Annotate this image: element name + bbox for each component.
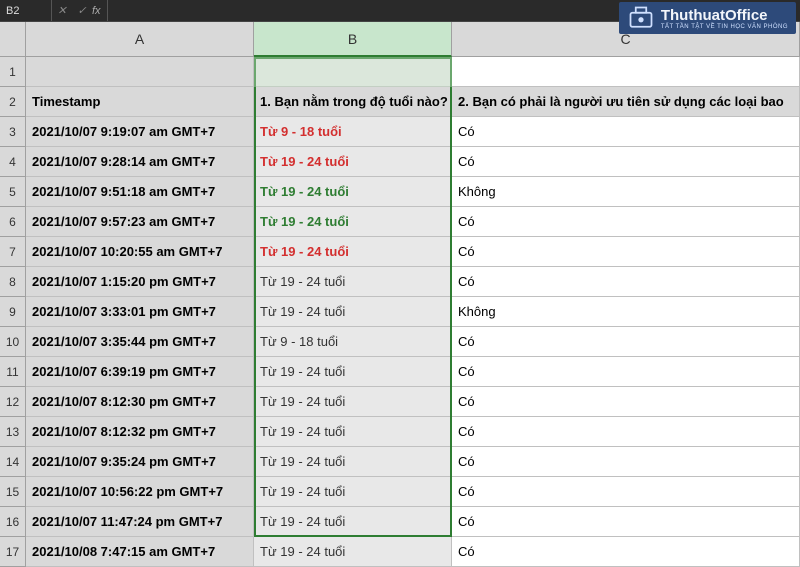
cell-timestamp[interactable]: 2021/10/08 7:47:15 am GMT+7 [26, 537, 254, 567]
cell-answer[interactable]: Có [452, 357, 800, 387]
cell-timestamp[interactable]: 2021/10/07 9:51:18 am GMT+7 [26, 177, 254, 207]
cell-timestamp[interactable]: 2021/10/07 9:28:14 am GMT+7 [26, 147, 254, 177]
cell-answer[interactable]: Có [452, 207, 800, 237]
header-cell-A[interactable]: Timestamp [26, 87, 254, 117]
cell-age-range[interactable]: Từ 19 - 24 tuổi [254, 387, 452, 417]
cell-answer[interactable]: Có [452, 447, 800, 477]
header-cell-C[interactable]: 2. Bạn có phải là người ưu tiên sử dụng … [452, 87, 800, 117]
cell-grid: Timestamp1. Bạn nằm trong độ tuổi nào?2.… [26, 57, 800, 567]
row-header[interactable]: 13 [0, 417, 26, 447]
cell-age-range[interactable]: Từ 19 - 24 tuổi [254, 537, 452, 567]
cell-empty[interactable] [452, 57, 800, 87]
cell-answer[interactable]: Có [452, 507, 800, 537]
cell-answer[interactable]: Không [452, 177, 800, 207]
row-header[interactable]: 10 [0, 327, 26, 357]
cell-answer[interactable]: Có [452, 537, 800, 567]
cell-answer[interactable]: Có [452, 237, 800, 267]
row-header[interactable]: 11 [0, 357, 26, 387]
cell-timestamp[interactable]: 2021/10/07 11:47:24 pm GMT+7 [26, 507, 254, 537]
cell-answer[interactable]: Có [452, 327, 800, 357]
cell-age-range[interactable]: Từ 19 - 24 tuổi [254, 297, 452, 327]
cell-timestamp[interactable]: 2021/10/07 8:12:30 pm GMT+7 [26, 387, 254, 417]
cell-answer[interactable]: Có [452, 117, 800, 147]
row-headers: 1234567891011121314151617 [0, 57, 26, 567]
row-header[interactable]: 4 [0, 147, 26, 177]
row-header[interactable]: 12 [0, 387, 26, 417]
cell-age-range[interactable]: Từ 19 - 24 tuổi [254, 417, 452, 447]
watermark-badge: ThuthuatOffice TẤT TẦN TẬT VỀ TIN HỌC VĂ… [619, 2, 796, 34]
watermark-logo-icon [627, 4, 655, 32]
cell-answer[interactable]: Có [452, 387, 800, 417]
column-header-B[interactable]: B [254, 22, 452, 57]
watermark-text: ThuthuatOffice [661, 7, 768, 24]
row-header[interactable]: 17 [0, 537, 26, 567]
cell-timestamp[interactable]: 2021/10/07 6:39:19 pm GMT+7 [26, 357, 254, 387]
cell-timestamp[interactable]: 2021/10/07 3:35:44 pm GMT+7 [26, 327, 254, 357]
cancel-icon[interactable]: ✕ [52, 0, 72, 21]
cell-timestamp[interactable]: 2021/10/07 9:19:07 am GMT+7 [26, 117, 254, 147]
cell-age-range[interactable]: Từ 19 - 24 tuổi [254, 357, 452, 387]
cell-timestamp[interactable]: 2021/10/07 3:33:01 pm GMT+7 [26, 297, 254, 327]
row-header[interactable]: 1 [0, 57, 26, 87]
cell-timestamp[interactable]: 2021/10/07 9:35:24 pm GMT+7 [26, 447, 254, 477]
cell-age-range[interactable]: Từ 9 - 18 tuổi [254, 117, 452, 147]
row-header[interactable]: 15 [0, 477, 26, 507]
cell-age-range[interactable]: Từ 19 - 24 tuổi [254, 177, 452, 207]
cell-age-range[interactable]: Từ 19 - 24 tuổi [254, 447, 452, 477]
cell-timestamp[interactable]: 2021/10/07 8:12:32 pm GMT+7 [26, 417, 254, 447]
row-header[interactable]: 3 [0, 117, 26, 147]
cell-age-range[interactable]: Từ 19 - 24 tuổi [254, 507, 452, 537]
cell-answer[interactable]: Có [452, 147, 800, 177]
select-all-corner[interactable] [0, 22, 26, 57]
header-cell-B[interactable]: 1. Bạn nằm trong độ tuổi nào? [254, 87, 452, 117]
row-header[interactable]: 16 [0, 507, 26, 537]
cell-age-range[interactable]: Từ 19 - 24 tuổi [254, 267, 452, 297]
row-header[interactable]: 7 [0, 237, 26, 267]
cell-age-range[interactable]: Từ 19 - 24 tuổi [254, 237, 452, 267]
cell-age-range[interactable]: Từ 19 - 24 tuổi [254, 147, 452, 177]
row-header[interactable]: 5 [0, 177, 26, 207]
cell-timestamp[interactable]: 2021/10/07 9:57:23 am GMT+7 [26, 207, 254, 237]
cell-timestamp[interactable]: 2021/10/07 10:20:55 am GMT+7 [26, 237, 254, 267]
cell-timestamp[interactable]: 2021/10/07 10:56:22 pm GMT+7 [26, 477, 254, 507]
watermark-subtext: TẤT TẦN TẬT VỀ TIN HỌC VĂN PHÒNG [661, 24, 788, 30]
cell-age-range[interactable]: Từ 19 - 24 tuổi [254, 477, 452, 507]
cell-age-range[interactable]: Từ 19 - 24 tuổi [254, 207, 452, 237]
row-header[interactable]: 9 [0, 297, 26, 327]
row-header[interactable]: 6 [0, 207, 26, 237]
cell-empty[interactable] [26, 57, 254, 87]
cell-timestamp[interactable]: 2021/10/07 1:15:20 pm GMT+7 [26, 267, 254, 297]
column-header-A[interactable]: A [26, 22, 254, 57]
row-header[interactable]: 8 [0, 267, 26, 297]
confirm-icon[interactable]: ✓ [72, 0, 92, 21]
cell-empty[interactable] [254, 57, 452, 87]
fx-icon[interactable]: fx [92, 0, 108, 21]
row-header[interactable]: 2 [0, 87, 26, 117]
row-header[interactable]: 14 [0, 447, 26, 477]
cell-age-range[interactable]: Từ 9 - 18 tuổi [254, 327, 452, 357]
name-box[interactable]: B2 [0, 0, 52, 21]
cell-answer[interactable]: Có [452, 267, 800, 297]
cell-answer[interactable]: Không [452, 297, 800, 327]
cell-answer[interactable]: Có [452, 477, 800, 507]
cell-answer[interactable]: Có [452, 417, 800, 447]
